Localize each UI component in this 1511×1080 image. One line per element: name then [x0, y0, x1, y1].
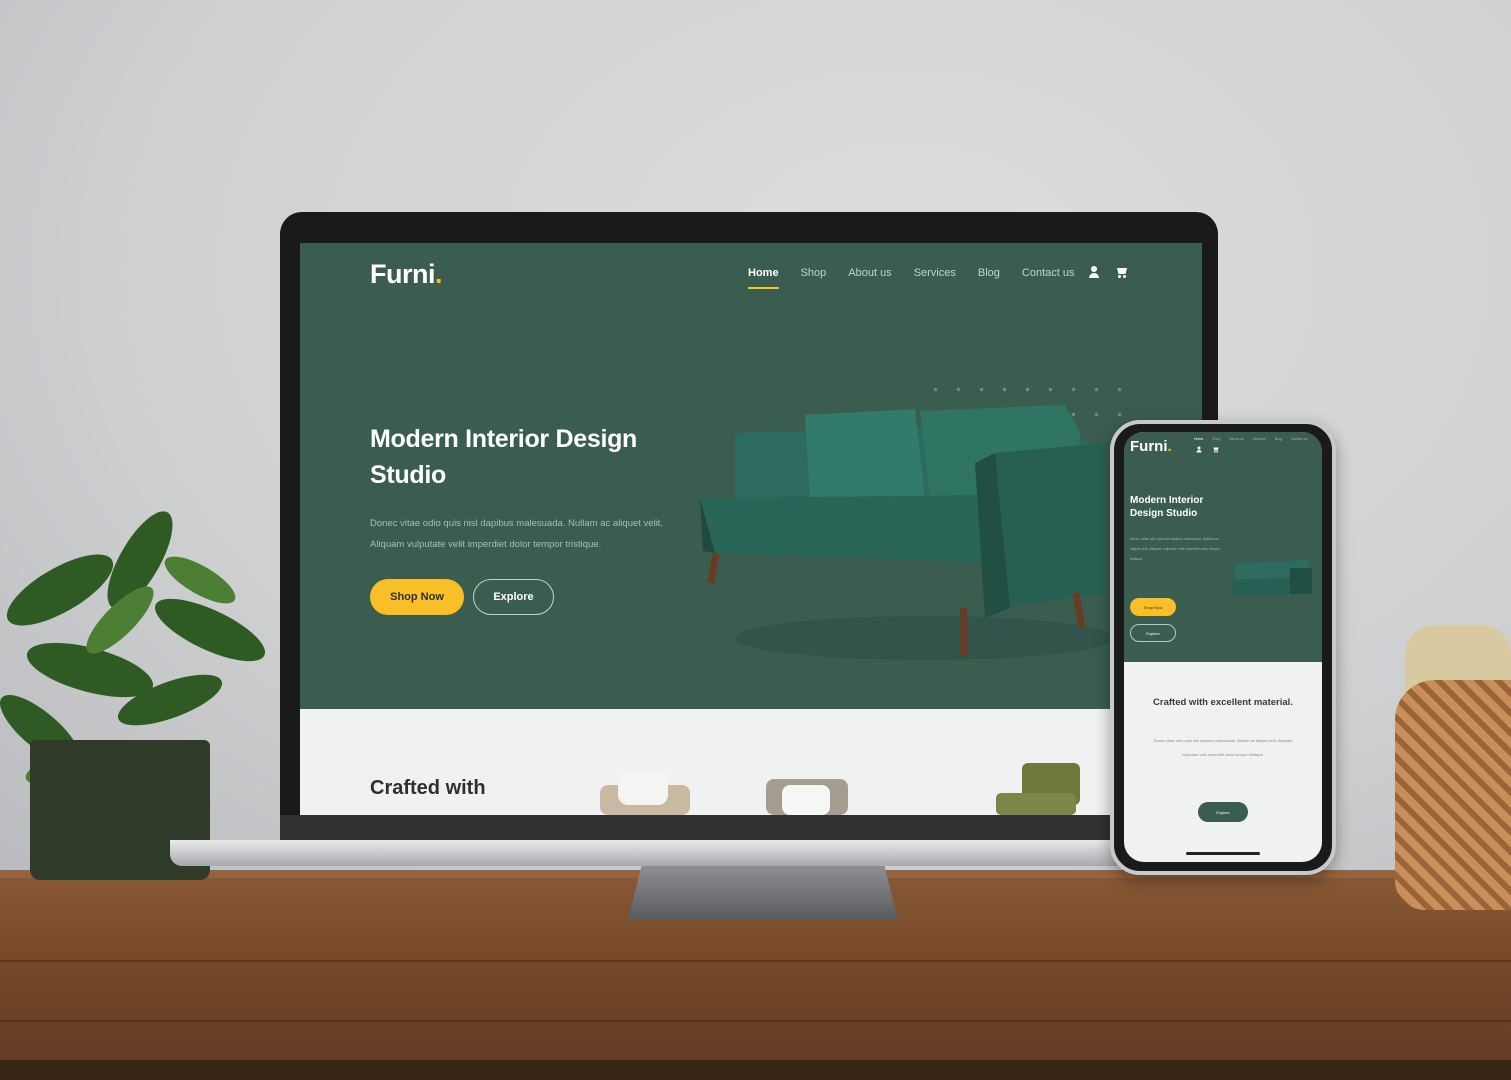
mobile-nav-shop[interactable]: Shop [1212, 437, 1220, 441]
mobile-hero-title: Modern Interior Design Studio [1130, 495, 1204, 519]
mobile-brand-logo[interactable]: Furni. [1130, 438, 1172, 455]
site-header: Furni. Home Shop About us Services Blog … [300, 243, 1202, 313]
sofa-image [700, 405, 1115, 660]
mobile-nav-contact[interactable]: Contact us [1291, 437, 1308, 441]
mobile-nav-blog[interactable]: Blog [1275, 437, 1282, 441]
mobile-section-crafted-text: Donec vitae odio quis nisl dapibus males… [1153, 738, 1293, 757]
chair-image-2 [766, 779, 848, 815]
chair-image-3 [996, 763, 1080, 815]
main-nav: Home Shop About us Services Blog Contact… [748, 267, 1075, 289]
wicker-basket [1395, 680, 1511, 910]
mobile-sofa-image [1230, 560, 1312, 594]
mobile-nav: Home Shop About us Services Blog Contact… [1194, 437, 1318, 453]
monitor-stand-neck [628, 866, 898, 920]
brand-name: Furni [370, 259, 436, 289]
user-icon[interactable] [1088, 265, 1100, 279]
mobile-brand-name: Furni [1130, 438, 1168, 455]
cart-icon[interactable] [1116, 265, 1128, 279]
section-crafted-title: Crafted with [370, 777, 486, 799]
hero-title: Modern Interior Design Studio [370, 425, 638, 489]
chair-image-1 [600, 770, 690, 815]
mobile-cart-icon[interactable] [1213, 446, 1218, 453]
logo-dot: . [435, 259, 443, 289]
mobile-user-icon[interactable] [1196, 446, 1202, 453]
mobile-nav-services[interactable]: Services [1252, 437, 1265, 441]
nav-services[interactable]: Services [914, 267, 956, 279]
mobile-nav-home[interactable]: Home [1194, 437, 1203, 441]
phone-home-indicator [1186, 852, 1260, 855]
section-crafted: Crafted with [300, 709, 1202, 815]
mobile-hero: Furni. Home Shop About us Services Blog … [1124, 432, 1322, 662]
mobile-shop-now-button[interactable]: Shop Now [1130, 598, 1176, 616]
nav-contact[interactable]: Contact us [1022, 267, 1075, 279]
nav-about[interactable]: About us [848, 267, 891, 279]
desktop-website-screen: Furni. Home Shop About us Services Blog … [300, 243, 1202, 815]
mobile-website-screen: Furni. Home Shop About us Services Blog … [1124, 432, 1322, 862]
monitor-chin [280, 815, 1218, 843]
mobile-nav-about[interactable]: About us [1230, 437, 1244, 441]
hero-text: Donec vitae odio quis nisl dapibus males… [370, 518, 664, 550]
mobile-section-crafted-title: Crafted with excellent material. [1153, 697, 1293, 708]
nav-shop[interactable]: Shop [801, 267, 827, 279]
mobile-logo-dot: . [1167, 438, 1172, 455]
nav-blog[interactable]: Blog [978, 267, 1000, 279]
explore-button[interactable]: Explore [473, 579, 554, 615]
shop-now-button[interactable]: Shop Now [370, 579, 464, 615]
desk-front [0, 1060, 1511, 1080]
mobile-explore-button[interactable]: Explore [1130, 624, 1176, 642]
mobile-hero-text: Donec vitae odio quis nisl dapibus males… [1130, 537, 1221, 561]
mobile-section-explore-button[interactable]: Explore [1198, 802, 1248, 822]
monitor-stand-base [170, 840, 1170, 866]
brand-logo[interactable]: Furni. [370, 259, 443, 290]
header-icons [1088, 265, 1128, 279]
desk-grain [0, 960, 1511, 962]
desk-grain [0, 1020, 1511, 1022]
nav-home[interactable]: Home [748, 267, 779, 289]
